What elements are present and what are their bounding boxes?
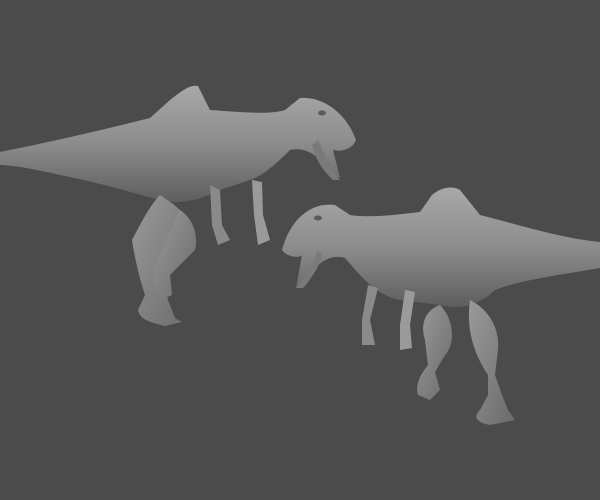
dinosaur-right-model — [282, 187, 600, 425]
arm-left — [362, 285, 378, 345]
render-viewport — [0, 85, 600, 425]
arm-left — [210, 185, 230, 245]
tail — [0, 85, 356, 202]
leg-back — [468, 300, 515, 425]
eye — [318, 110, 326, 116]
tail — [282, 187, 600, 307]
arm-right — [252, 180, 270, 245]
dinosaur-left-model — [0, 85, 356, 326]
eye — [314, 215, 322, 221]
leg-front — [417, 305, 452, 400]
